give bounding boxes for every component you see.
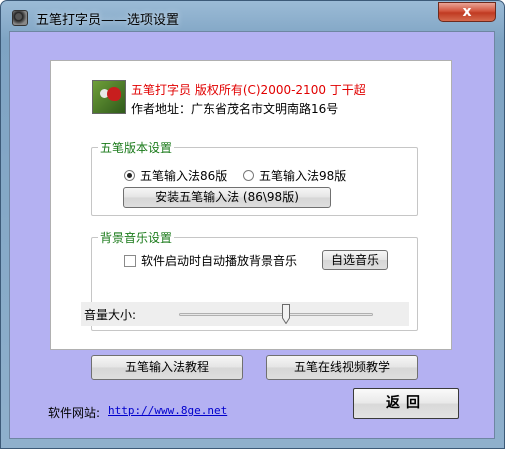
author-address: 作者地址：广东省茂名市文明南路16号 [131,102,339,116]
wubi-tutorial-button[interactable]: 五笔输入法教程 [91,355,243,380]
music-group-title: 背景音乐设置 [98,229,175,246]
online-video-button[interactable]: 五笔在线视频教学 [266,355,418,380]
options-window: 五笔打字员——选项设置 x 五笔打字员 版权所有(C)2000-2100 丁干超… [0,0,505,449]
version-group-title: 五笔版本设置 [98,139,175,156]
volume-slider-track[interactable] [179,313,373,316]
app-icon [12,10,28,26]
volume-slider-thumb[interactable] [281,304,290,324]
copyright-text: 五笔打字员 版权所有(C)2000-2100 丁干超 [131,83,366,97]
parrot-avatar [92,80,126,114]
website-label: 软件网站: [48,406,101,420]
window-title: 五笔打字员——选项设置 [36,13,180,28]
volume-label: 音量大小: [84,308,137,322]
autoplay-label[interactable]: 软件启动时自动播放背景音乐 [141,252,297,269]
install-wubi-button[interactable]: 安装五笔输入法 (86\98版) [123,187,331,208]
autoplay-checkbox[interactable] [124,255,136,267]
radio-98-label[interactable]: 五笔输入法98版 [259,167,346,184]
volume-row: 音量大小: [81,302,409,326]
title-bar[interactable]: 五笔打字员——选项设置 x [1,1,504,31]
radio-86-version[interactable] [124,170,135,181]
back-button[interactable]: 返回 [353,388,459,419]
radio-98-version[interactable] [243,170,254,181]
version-settings-group: 五笔版本设置 五笔输入法86版 五笔输入法98版 安装五笔输入法 (86\98版… [91,139,418,216]
radio-86-label[interactable]: 五笔输入法86版 [140,167,227,184]
close-button[interactable]: x [438,2,496,22]
client-area: 五笔打字员 版权所有(C)2000-2100 丁干超 作者地址：广东省茂名市文明… [9,31,495,439]
website-link[interactable]: http://www.8ge.net [108,404,227,417]
choose-music-button[interactable]: 自选音乐 [322,250,388,270]
settings-panel: 五笔打字员 版权所有(C)2000-2100 丁干超 作者地址：广东省茂名市文明… [50,60,452,380]
